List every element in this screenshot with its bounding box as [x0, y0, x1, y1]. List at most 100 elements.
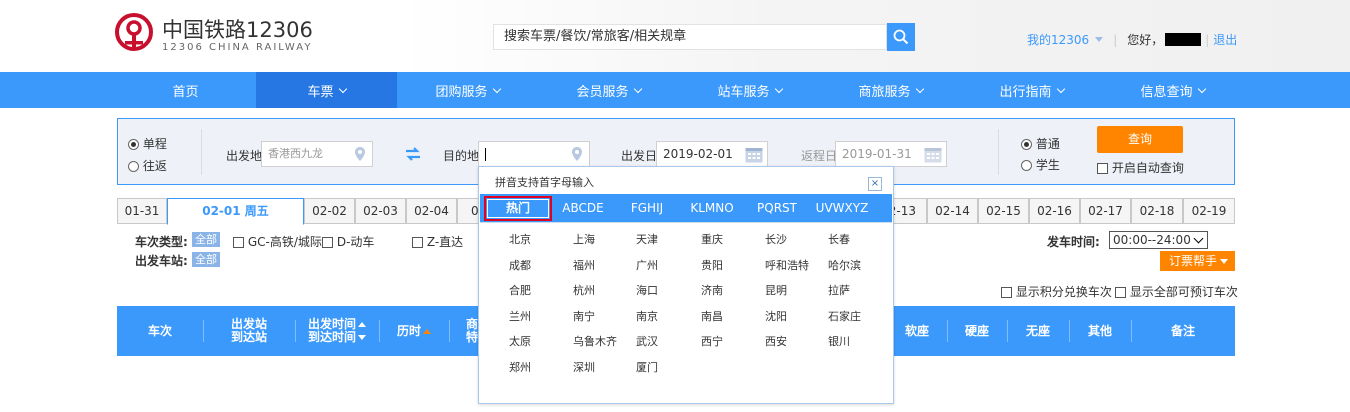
nav-item-home[interactable]: 首页 — [115, 72, 256, 108]
booking-helper-button[interactable]: 订票帮手 — [1160, 251, 1235, 271]
checkbox-icon[interactable] — [322, 237, 333, 248]
train-type-all[interactable]: 全部 — [192, 232, 220, 247]
depart-station-all[interactable]: 全部 — [192, 252, 220, 267]
city-option[interactable]: 广州 — [636, 257, 658, 273]
radio-icon[interactable] — [1021, 160, 1032, 171]
city-option[interactable]: 济南 — [701, 282, 723, 298]
th-times[interactable]: 出发时间 到达时间 — [295, 306, 379, 356]
filter-gc[interactable]: GC-高铁/城际 — [233, 233, 322, 250]
city-option[interactable]: 厦门 — [636, 359, 658, 375]
checkbox-icon[interactable] — [412, 237, 423, 248]
city-option[interactable]: 昆明 — [765, 282, 787, 298]
city-tab-abcde[interactable]: ABCDE — [554, 194, 612, 223]
city-option[interactable]: 南宁 — [573, 308, 595, 324]
nav-item-member[interactable]: 会员服务 — [538, 72, 679, 108]
my-account-link[interactable]: 我的12306 — [1027, 31, 1089, 48]
date-tab[interactable]: 02-17 — [1080, 198, 1131, 224]
checkbox-icon[interactable] — [1097, 163, 1108, 174]
filter-d[interactable]: D-动车 — [322, 233, 374, 250]
th-train-no[interactable]: 车次 — [117, 306, 203, 356]
city-option[interactable]: 乌鲁木齐 — [573, 333, 617, 349]
date-tab[interactable]: 02-18 — [1131, 198, 1183, 224]
city-option[interactable]: 深圳 — [573, 359, 595, 375]
date-tab[interactable]: 02-03 — [355, 198, 406, 224]
filter-z[interactable]: Z-直达 — [412, 233, 463, 250]
nav-item-guide[interactable]: 出行指南 — [961, 72, 1102, 108]
logo[interactable]: 中国铁路12306 12306 CHINA RAILWAY — [114, 12, 313, 53]
date-tab[interactable]: 02-02 — [304, 198, 355, 224]
city-option[interactable]: 成都 — [509, 257, 531, 273]
to-station-input[interactable] — [478, 141, 590, 167]
return-date-input[interactable]: 2019-01-31 — [835, 141, 947, 167]
logout-link[interactable]: 退出 — [1213, 31, 1237, 48]
city-option[interactable]: 重庆 — [701, 231, 723, 247]
depart-date-input[interactable]: 2019-02-01 — [656, 141, 768, 167]
search-button[interactable] — [887, 23, 915, 51]
city-option[interactable]: 哈尔滨 — [828, 257, 861, 273]
ticket-normal-option[interactable]: 普通 — [1021, 135, 1060, 152]
trip-round-option[interactable]: 往返 — [128, 157, 167, 174]
city-option[interactable]: 贵阳 — [701, 257, 723, 273]
show-points-trains[interactable]: 显示积分兑换车次 — [1001, 283, 1112, 300]
city-tab-klmno[interactable]: KLMNO — [682, 194, 742, 223]
nav-item-group[interactable]: 团购服务 — [397, 72, 538, 108]
chevron-down-icon[interactable] — [1095, 37, 1104, 42]
city-option[interactable]: 南昌 — [701, 308, 723, 324]
nav-item-station[interactable]: 站车服务 — [679, 72, 820, 108]
nav-item-business[interactable]: 商旅服务 — [820, 72, 961, 108]
swap-stations-icon[interactable] — [405, 147, 421, 161]
checkbox-icon[interactable] — [233, 237, 244, 248]
city-option[interactable]: 西宁 — [701, 333, 723, 349]
city-option[interactable]: 拉萨 — [828, 282, 850, 298]
city-option[interactable]: 沈阳 — [765, 308, 787, 324]
city-option[interactable]: 北京 — [509, 231, 531, 247]
city-tab-fghij[interactable]: FGHIJ — [620, 194, 674, 223]
calendar-icon[interactable] — [924, 146, 942, 163]
from-station-input[interactable]: 香港西九龙 — [261, 141, 373, 167]
date-tab[interactable]: 02-15 — [978, 198, 1029, 224]
query-button[interactable]: 查询 — [1097, 126, 1183, 153]
date-tab[interactable]: 02-04 — [406, 198, 457, 224]
date-tab[interactable]: 02-19 — [1183, 198, 1235, 224]
city-option[interactable]: 西安 — [765, 333, 787, 349]
city-option[interactable]: 天津 — [636, 231, 658, 247]
calendar-icon[interactable] — [745, 146, 763, 163]
show-all-trains[interactable]: 显示全部可预订车次 — [1115, 283, 1238, 300]
city-option[interactable]: 合肥 — [509, 282, 531, 298]
auto-query-option[interactable]: 开启自动查询 — [1097, 159, 1184, 176]
th-duration[interactable]: 历时 — [379, 306, 449, 356]
close-icon[interactable]: × — [868, 177, 882, 191]
city-option[interactable]: 长沙 — [765, 231, 787, 247]
city-tab-uvwxyz[interactable]: UVWXYZ — [810, 194, 874, 223]
depart-time-select[interactable]: 00:00--24:00 — [1109, 231, 1208, 249]
date-tab[interactable]: 01-31 — [117, 198, 167, 224]
radio-checked-icon[interactable] — [1021, 139, 1032, 150]
city-option[interactable]: 呼和浩特 — [765, 257, 809, 273]
trip-one-way-option[interactable]: 单程 — [128, 135, 167, 152]
city-option[interactable]: 银川 — [828, 333, 850, 349]
city-tab-hot[interactable]: 热门 — [484, 196, 552, 221]
city-option[interactable]: 海口 — [636, 282, 658, 298]
sort-arrive-time[interactable]: 到达时间 — [308, 331, 366, 344]
radio-checked-icon[interactable] — [128, 139, 139, 150]
radio-icon[interactable] — [128, 161, 139, 172]
date-tab[interactable]: 02-14 — [927, 198, 978, 224]
city-option[interactable]: 武汉 — [636, 333, 658, 349]
ticket-student-option[interactable]: 学生 — [1021, 156, 1060, 173]
nav-item-info[interactable]: 信息查询 — [1102, 72, 1243, 108]
search-input[interactable]: 搜索车票/餐饮/常旅客/相关规章 — [493, 24, 887, 50]
date-tab[interactable]: 02-16 — [1029, 198, 1080, 224]
city-option[interactable]: 郑州 — [509, 359, 531, 375]
city-option[interactable]: 长春 — [828, 231, 850, 247]
city-tab-pqrst[interactable]: PQRST — [750, 194, 804, 223]
nav-item-tickets[interactable]: 车票 — [256, 72, 397, 108]
checkbox-icon[interactable] — [1001, 287, 1012, 298]
city-option[interactable]: 南京 — [636, 308, 658, 324]
city-option[interactable]: 福州 — [573, 257, 595, 273]
city-option[interactable]: 石家庄 — [828, 308, 861, 324]
city-option[interactable]: 兰州 — [509, 308, 531, 324]
city-option[interactable]: 杭州 — [573, 282, 595, 298]
checkbox-icon[interactable] — [1115, 287, 1126, 298]
city-option[interactable]: 上海 — [573, 231, 595, 247]
date-tab-selected[interactable]: 02-01 周五 — [167, 198, 304, 225]
